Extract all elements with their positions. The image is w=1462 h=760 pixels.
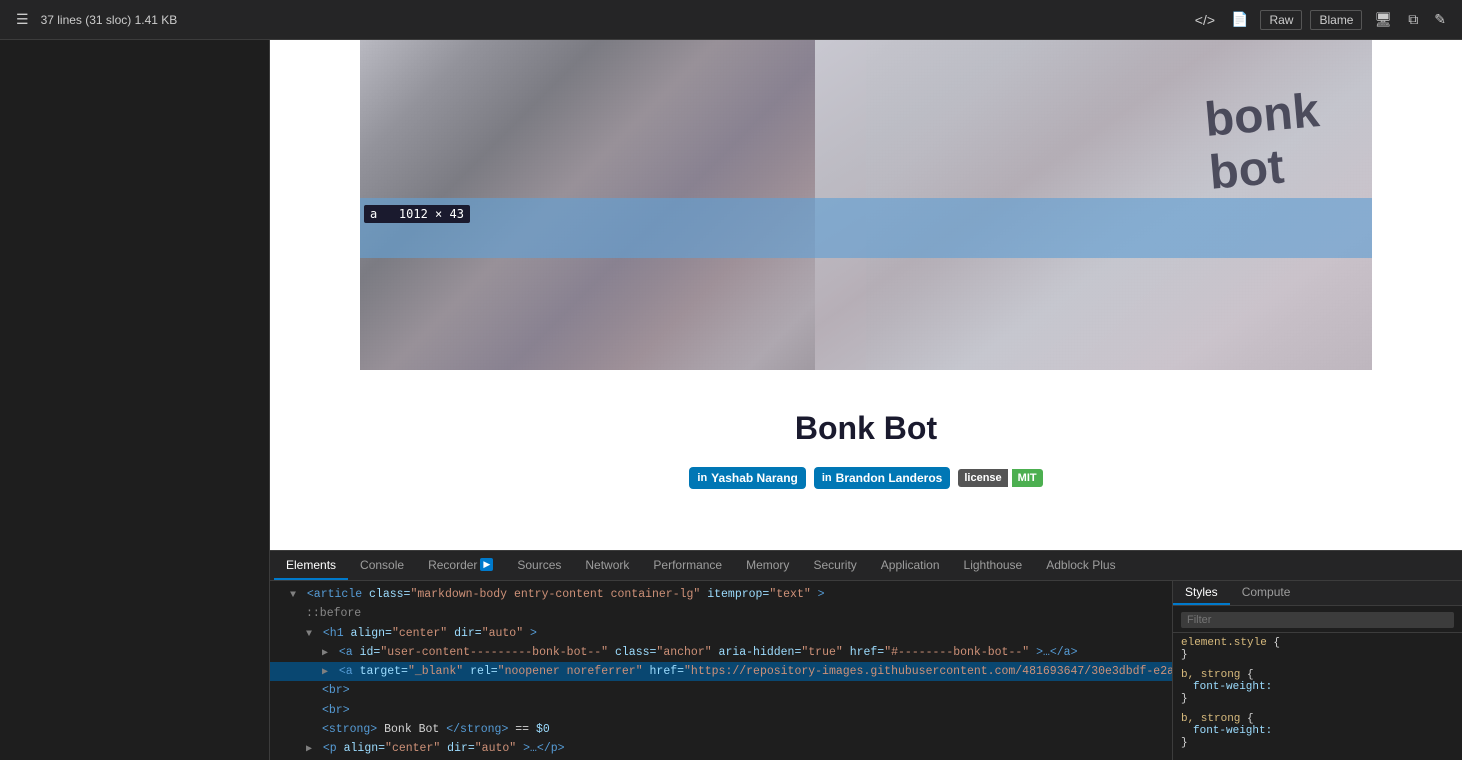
file-icon-button[interactable]: 📄 xyxy=(1227,7,1252,32)
tab-computed[interactable]: Compute xyxy=(1230,581,1303,605)
tab-elements[interactable]: Elements xyxy=(274,551,348,580)
file-toolbar: ☰ 37 lines (31 sloc) 1.41 KB </> 📄 Raw B… xyxy=(0,0,1462,40)
style-rule-prop-1: font-weight: xyxy=(1181,681,1454,693)
bonk-text-line2: bot xyxy=(1207,137,1326,200)
collapse-arrow: ▼ xyxy=(290,588,300,603)
element-size-tooltip: a 1012 × 43 xyxy=(364,205,470,223)
html-line-br2[interactable]: <br> xyxy=(270,701,1172,720)
devtools-panel: Elements Console Recorder ▶ Sources Netw… xyxy=(270,550,1462,760)
blame-button[interactable]: Blame xyxy=(1310,10,1362,30)
repo-title: Bonk Bot xyxy=(486,410,1246,447)
style-rule-selector-2: b, strong { xyxy=(1181,669,1454,681)
main-area: bonk bot a 1012 × 43 Bonk Bot in xyxy=(0,40,1462,760)
styles-panel: Styles Compute element.style { xyxy=(1172,581,1462,760)
html-line-h1[interactable]: ▼ <h1 align="center" dir="auto" > xyxy=(270,624,1172,643)
h1-collapse-arrow: ▼ xyxy=(306,627,316,642)
style-rule-strong-2: b, strong { font-weight: } xyxy=(1181,713,1454,749)
devtools-tabs-bar: Elements Console Recorder ▶ Sources Netw… xyxy=(270,551,1462,581)
license-label: license xyxy=(958,469,1007,487)
badge-license: license MIT xyxy=(958,467,1042,489)
html-line-article[interactable]: ▼ <article class="markdown-body entry-co… xyxy=(270,585,1172,604)
preview-text-content: Bonk Bot in Yashab Narang in Brandon Lan… xyxy=(466,370,1266,529)
license-value: MIT xyxy=(1012,469,1043,487)
anchor2-arrow: ▶ xyxy=(322,665,332,680)
blue-stripe xyxy=(360,198,1372,258)
badge-yashab-text: Yashab Narang xyxy=(711,471,798,485)
tab-adblock[interactable]: Adblock Plus xyxy=(1034,551,1127,580)
style-rule-close-2: } xyxy=(1181,693,1454,705)
html-tree: ▼ <article class="markdown-body entry-co… xyxy=(270,581,1172,760)
badges-container: in Yashab Narang in Brandon Landeros lic… xyxy=(486,467,1246,489)
style-rule-close-1: } xyxy=(1181,649,1454,661)
list-icon-button[interactable]: ☰ xyxy=(12,7,33,32)
style-rule-selector-1: element.style { xyxy=(1181,637,1454,649)
styles-filter-input[interactable] xyxy=(1181,612,1454,628)
copy-icon-button[interactable]: ⧉ xyxy=(1404,7,1422,32)
style-rule-selector-3: b, strong { xyxy=(1181,713,1454,725)
banner-image-container: bonk bot a 1012 × 43 xyxy=(360,40,1372,370)
styles-filter-container xyxy=(1173,606,1462,633)
tab-sources[interactable]: Sources xyxy=(505,551,573,580)
tab-styles[interactable]: Styles xyxy=(1173,581,1230,605)
toolbar-left: ☰ 37 lines (31 sloc) 1.41 KB xyxy=(12,7,1183,32)
tab-performance[interactable]: Performance xyxy=(641,551,734,580)
tooltip-tag: a xyxy=(370,207,377,221)
html-line-strong[interactable]: <strong> Bonk Bot </strong> == $0 xyxy=(270,720,1172,739)
badge-yashab[interactable]: in Yashab Narang xyxy=(689,467,805,489)
anchor1-arrow: ▶ xyxy=(322,646,332,661)
content-area: bonk bot a 1012 × 43 Bonk Bot in xyxy=(270,40,1462,760)
html-line-p[interactable]: ▶ <p align="center" dir="auto" >…</p> xyxy=(270,739,1172,758)
bonk-text-line1: bonk xyxy=(1202,85,1321,148)
html-line-anchor2[interactable]: ▶ <a target="_blank" rel="noopener noref… xyxy=(270,662,1172,681)
html-line-br1[interactable]: <br> xyxy=(270,681,1172,700)
tooltip-size: 1012 × 43 xyxy=(399,207,464,221)
edit-icon-button[interactable]: ✎ xyxy=(1430,7,1450,32)
bonk-banner-image: bonk bot a 1012 × 43 xyxy=(360,40,1372,370)
badge-brandon-text: Brandon Landeros xyxy=(836,471,943,485)
tab-memory[interactable]: Memory xyxy=(734,551,801,580)
sidebar xyxy=(0,40,270,760)
styles-tabs-bar: Styles Compute xyxy=(1173,581,1462,606)
linkedin-icon-2: in xyxy=(822,472,832,484)
style-rule-element: element.style { } xyxy=(1181,637,1454,661)
toolbar-right: </> 📄 Raw Blame 🖥 ⧉ ✎ xyxy=(1191,7,1450,32)
tab-recorder[interactable]: Recorder ▶ xyxy=(416,551,505,580)
style-rule-prop-2: font-weight: xyxy=(1181,725,1454,737)
recorder-badge: ▶ xyxy=(480,558,493,571)
raw-button[interactable]: Raw xyxy=(1260,10,1302,30)
html-line-anchor1[interactable]: ▶ <a id="user-content---------bonk-bot--… xyxy=(270,643,1172,662)
style-rule-strong: b, strong { font-weight: } xyxy=(1181,669,1454,705)
tab-console[interactable]: Console xyxy=(348,551,416,580)
file-info: 37 lines (31 sloc) 1.41 KB xyxy=(41,13,178,27)
html-line-before[interactable]: ::before xyxy=(270,604,1172,623)
bonk-text-overlay: bonk bot xyxy=(1202,85,1325,200)
p-arrow: ▶ xyxy=(306,742,316,757)
tab-security[interactable]: Security xyxy=(801,551,868,580)
code-icon-button[interactable]: </> xyxy=(1191,8,1219,32)
tab-lighthouse[interactable]: Lighthouse xyxy=(952,551,1035,580)
tab-application[interactable]: Application xyxy=(869,551,952,580)
devtools-content: ▼ <article class="markdown-body entry-co… xyxy=(270,581,1462,760)
tab-network[interactable]: Network xyxy=(573,551,641,580)
desktop-icon-button[interactable]: 🖥 xyxy=(1370,7,1396,32)
linkedin-icon-1: in xyxy=(697,472,707,484)
badge-brandon[interactable]: in Brandon Landeros xyxy=(814,467,950,489)
styles-content: element.style { } b, strong { xyxy=(1173,633,1462,760)
style-rule-close-3: } xyxy=(1181,737,1454,749)
preview-pane: bonk bot a 1012 × 43 Bonk Bot in xyxy=(270,40,1462,550)
